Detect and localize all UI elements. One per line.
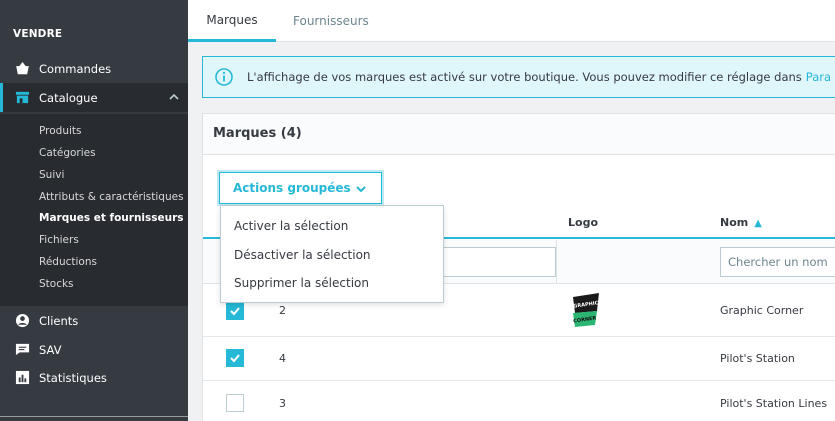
submenu-item-reductions[interactable]: Réductions xyxy=(39,256,97,268)
row-id: 4 xyxy=(279,352,286,365)
chevron-down-icon xyxy=(355,183,367,195)
bulk-actions-label: Actions groupées xyxy=(233,181,351,195)
basket-icon xyxy=(14,61,30,77)
sidebar-item-label: Clients xyxy=(39,313,79,328)
alert-text: L'affichage de vos marques est activé su… xyxy=(247,70,802,84)
sidebar-item-commandes[interactable]: Commandes xyxy=(0,54,188,83)
info-icon xyxy=(214,67,234,87)
sidebar-item-label: Commandes xyxy=(39,61,112,76)
catalogue-submenu: Produits Catégories Suivi Attributs & ca… xyxy=(0,114,188,306)
brand-logo-graphic-corner: GRAPHIC CORNER xyxy=(569,293,601,327)
submenu-item-stocks[interactable]: Stocks xyxy=(39,278,74,290)
row-id: 2 xyxy=(279,304,286,317)
table-row: 3 Pilot's Station Lines xyxy=(203,381,835,421)
row-name: Graphic Corner xyxy=(720,304,804,317)
submenu-item-categories[interactable]: Catégories xyxy=(39,147,96,159)
row-checkbox[interactable] xyxy=(226,349,244,367)
dropdown-item-disable[interactable]: Désactiver la sélection xyxy=(234,248,371,262)
sidebar-divider xyxy=(0,416,188,417)
name-filter-input[interactable] xyxy=(720,247,835,277)
check-icon xyxy=(230,307,240,316)
check-icon xyxy=(230,354,240,363)
bar-chart-icon xyxy=(14,370,30,386)
tab-marques[interactable]: Marques xyxy=(188,0,276,42)
submenu-item-produits[interactable]: Produits xyxy=(39,125,81,137)
sidebar-item-label: SAV xyxy=(39,342,62,357)
chat-icon xyxy=(14,342,30,358)
info-alert: L'affichage de vos marques est activé su… xyxy=(202,56,835,98)
column-header-name[interactable]: Nom ▲ xyxy=(720,216,762,229)
sidebar-item-statistiques[interactable]: Statistiques xyxy=(0,363,188,392)
chevron-up-icon xyxy=(168,91,180,103)
column-header-logo: Logo xyxy=(568,216,598,229)
sidebar-item-label: Statistiques xyxy=(39,370,107,385)
user-icon xyxy=(14,313,30,329)
sidebar-item-label: Catalogue xyxy=(39,90,98,105)
submenu-item-attributs[interactable]: Attributs & caractéristiques xyxy=(39,191,184,203)
sidebar-section-title: VENDRE xyxy=(13,28,63,40)
sidebar-item-clients[interactable]: Clients xyxy=(0,306,188,335)
card-header: Marques (4) xyxy=(203,114,835,155)
submenu-item-suivi[interactable]: Suivi xyxy=(39,169,64,181)
tab-fournisseurs[interactable]: Fournisseurs xyxy=(293,0,369,42)
row-name: Pilot's Station Lines xyxy=(720,397,828,410)
column-divider xyxy=(556,240,557,284)
card-title: Marques (4) xyxy=(213,126,302,141)
submenu-item-marques[interactable]: Marques et fournisseurs xyxy=(39,212,184,224)
bulk-actions-dropdown: Activer la sélection Désactiver la sélec… xyxy=(220,205,444,303)
sort-asc-icon[interactable]: ▲ xyxy=(754,218,762,229)
store-icon xyxy=(14,90,30,106)
row-checkbox[interactable] xyxy=(226,302,244,320)
dropdown-item-enable[interactable]: Activer la sélection xyxy=(234,219,348,233)
top-tabs: Marques Fournisseurs xyxy=(188,0,835,42)
row-name: Pilot's Station xyxy=(720,352,795,365)
row-checkbox[interactable] xyxy=(226,394,244,412)
table-row: 4 Pilot's Station xyxy=(203,337,835,381)
sidebar-item-sav[interactable]: SAV xyxy=(0,335,188,364)
dropdown-item-delete[interactable]: Supprimer la sélection xyxy=(234,276,369,290)
bulk-actions-button[interactable]: Actions groupées xyxy=(219,172,382,204)
alert-settings-link[interactable]: Para xyxy=(806,70,831,84)
sidebar: VENDRE Commandes Catalogue Produits Caté… xyxy=(0,0,188,421)
column-header-label: Nom xyxy=(720,216,749,229)
sidebar-item-catalogue[interactable]: Catalogue xyxy=(0,83,188,112)
submenu-item-fichiers[interactable]: Fichiers xyxy=(39,234,79,246)
row-id: 3 xyxy=(279,397,286,410)
